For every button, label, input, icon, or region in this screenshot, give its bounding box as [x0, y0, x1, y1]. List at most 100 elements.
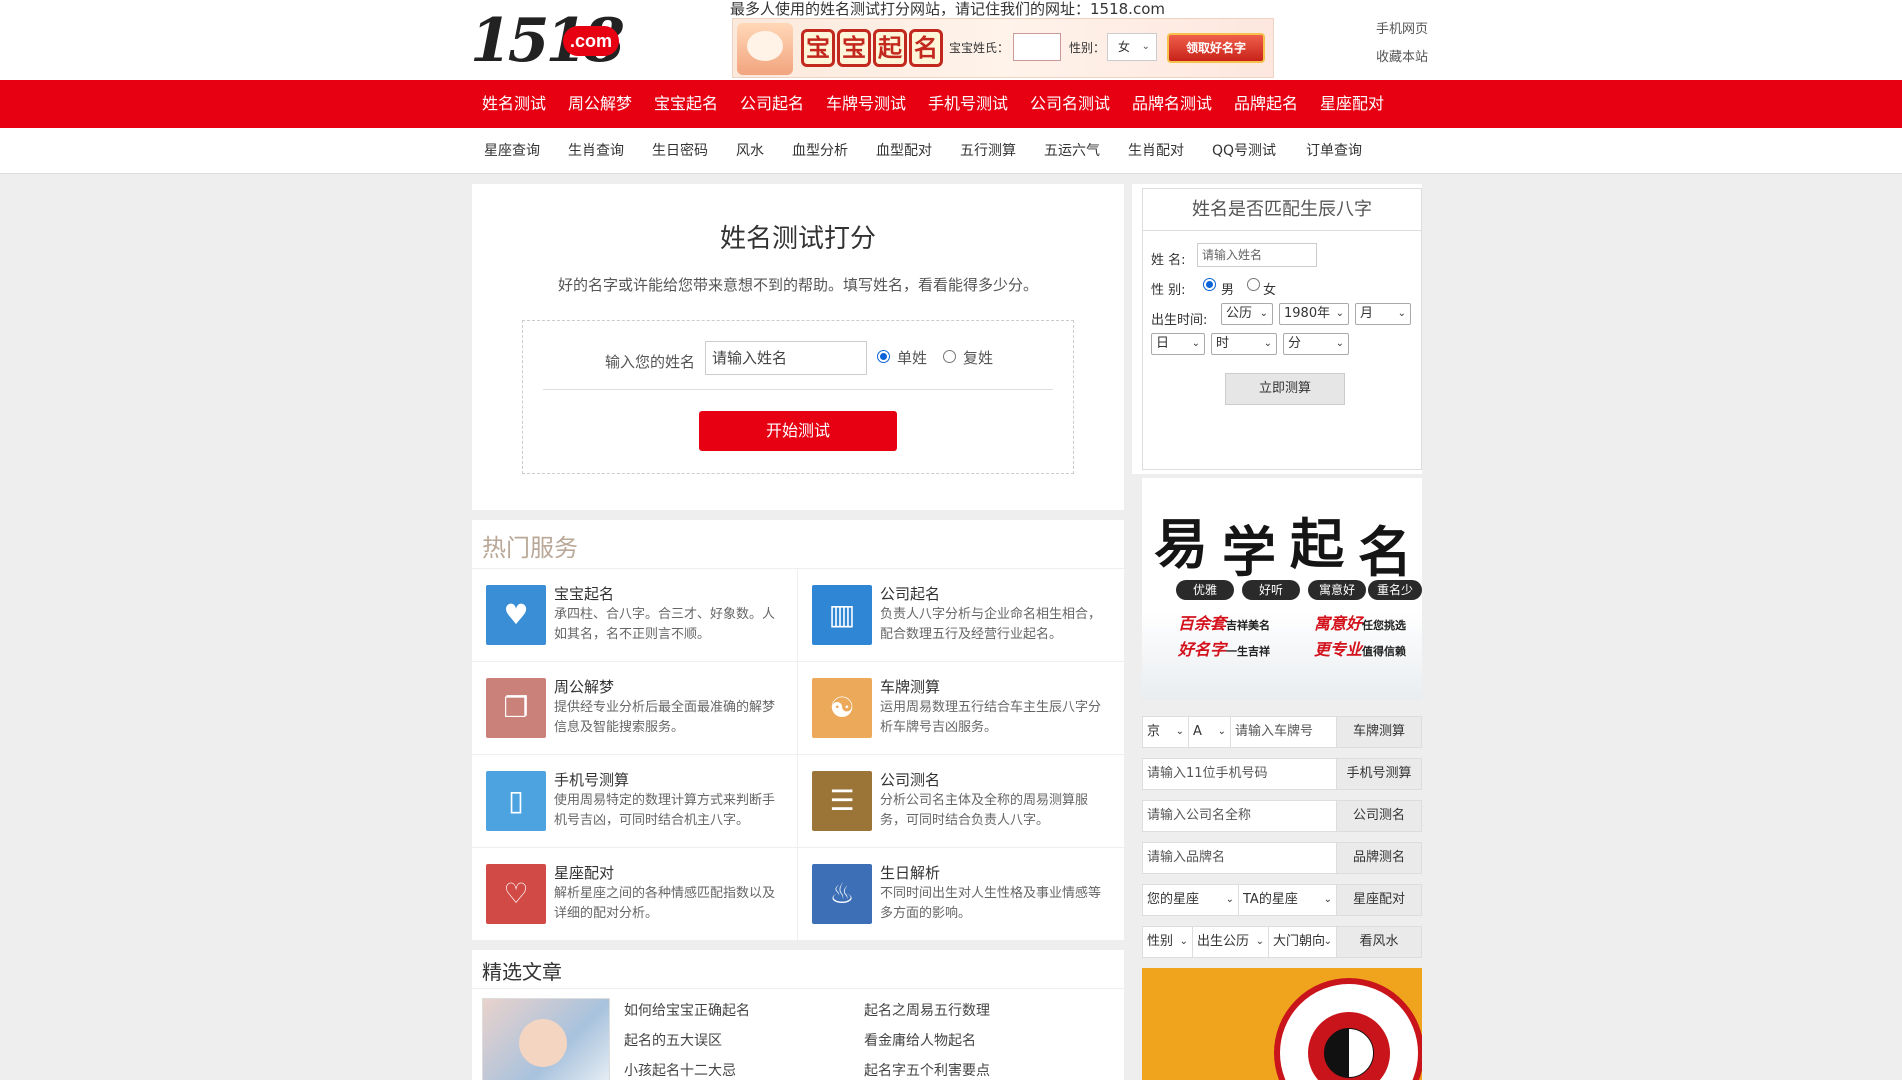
- year-select[interactable]: 1980年 ⌄: [1279, 303, 1349, 325]
- subnav-zodiac-match[interactable]: 生肖配对: [1128, 128, 1184, 174]
- yin-yang-icon: [1324, 1028, 1374, 1078]
- banner-sex-select[interactable]: 女 ⌄: [1107, 33, 1157, 61]
- article-link[interactable]: 起名字五个利害要点: [864, 1060, 990, 1080]
- section-divider: [472, 988, 1124, 989]
- service-title[interactable]: 公司测名: [880, 769, 940, 790]
- service-title[interactable]: 生日解析: [880, 862, 940, 883]
- hot-services-title: 热门服务: [482, 534, 578, 562]
- phone-number-input[interactable]: 请输入11位手机号码: [1143, 759, 1337, 789]
- service-desc: 承四柱、合八字。合三才、好象数。人如其名，名不正则言不顺。: [554, 607, 776, 642]
- ta-zodiac-select[interactable]: TA的星座 ⌄: [1239, 885, 1337, 915]
- service-card[interactable]: ☯ 车牌测算 运用周易数理五行结合车主生辰八字分析车牌号吉凶服务。: [798, 662, 1124, 755]
- nav-name-test[interactable]: 姓名测试: [482, 80, 546, 128]
- service-title[interactable]: 手机号测算: [554, 769, 629, 790]
- zodiac-match-row: 您的星座 ⌄ TA的星座 ⌄ 星座配对: [1142, 884, 1422, 916]
- phone-test-button[interactable]: 手机号测算: [1337, 759, 1421, 789]
- my-zodiac-select[interactable]: 您的星座 ⌄: [1143, 885, 1239, 915]
- service-title[interactable]: 星座配对: [554, 862, 614, 883]
- mobile-site-link[interactable]: 手机网页: [1376, 18, 1428, 37]
- nav-brand-naming[interactable]: 品牌起名: [1234, 80, 1298, 128]
- service-desc: 解析星座之间的各种情感匹配指数以及详细的配对分析。: [554, 886, 776, 921]
- nav-company-name-test[interactable]: 公司名测试: [1030, 80, 1110, 128]
- bazi-female-radio[interactable]: [1247, 278, 1260, 291]
- fengshui-sex-select[interactable]: 性别 ⌄: [1143, 927, 1193, 957]
- yixue-naming-ad[interactable]: 易 学 起 名 优雅 好听 寓意好 重名少 百余套吉祥美名 寓意好任您挑选 好名…: [1142, 478, 1422, 700]
- service-card[interactable]: ☰ 公司测名 分析公司名主体及全称的周易测算服务，可同时结合负责人八字。: [798, 755, 1124, 848]
- service-desc: 使用周易特定的数理计算方式来判断手机号吉凶，可同时结合机主八字。: [554, 793, 776, 828]
- brand-name-input[interactable]: 请输入品牌名: [1143, 843, 1337, 873]
- calculate-now-button[interactable]: 立即测算: [1225, 373, 1345, 405]
- service-card[interactable]: ♡ 星座配对 解析星座之间的各种情感匹配指数以及详细的配对分析。: [472, 848, 798, 941]
- nav-company-naming[interactable]: 公司起名: [740, 80, 804, 128]
- subnav-blood-match[interactable]: 血型配对: [876, 128, 932, 174]
- nav-brand-name-test[interactable]: 品牌名测试: [1132, 80, 1212, 128]
- subnav-five-elements[interactable]: 五行测算: [960, 128, 1016, 174]
- nav-dream-interpretation[interactable]: 周公解梦: [568, 80, 632, 128]
- chevron-down-icon: ⌄: [1255, 936, 1264, 947]
- nav-phone-test[interactable]: 手机号测试: [928, 80, 1008, 128]
- service-title[interactable]: 宝宝起名: [554, 583, 614, 604]
- zodiac-match-button[interactable]: 星座配对: [1337, 885, 1421, 915]
- plate-number-input[interactable]: 请输入车牌号: [1231, 717, 1337, 747]
- service-card[interactable]: ♥ 宝宝起名 承四柱、合八字。合三才、好象数。人如其名，名不正则言不顺。: [472, 569, 798, 662]
- article-link[interactable]: 起名之周易五行数理: [864, 1000, 990, 1020]
- plate-test-button[interactable]: 车牌测算: [1337, 717, 1421, 747]
- subnav-birthday-code[interactable]: 生日密码: [652, 128, 708, 174]
- banner-surname-input[interactable]: [1013, 33, 1061, 61]
- site-logo[interactable]: 1518 .com: [470, 10, 625, 72]
- subnav-chinese-zodiac[interactable]: 生肖查询: [568, 128, 624, 174]
- service-card[interactable]: ▯ 手机号测算 使用周易特定的数理计算方式来判断手机号吉凶，可同时结合机主八字。: [472, 755, 798, 848]
- company-name-input[interactable]: 请输入公司名全称: [1143, 801, 1337, 831]
- bazi-sex-label: 性 别:: [1151, 283, 1186, 298]
- nav-zodiac-match[interactable]: 星座配对: [1320, 80, 1384, 128]
- service-title[interactable]: 周公解梦: [554, 676, 614, 697]
- chevron-down-icon: ⌄: [1191, 338, 1200, 349]
- fengshui-door-select[interactable]: 大门朝向 ⌄: [1269, 927, 1337, 957]
- get-good-name-button[interactable]: 领取好名字: [1167, 33, 1265, 63]
- month-select[interactable]: 月 ⌄: [1355, 303, 1411, 325]
- brand-test-button[interactable]: 品牌测名: [1337, 843, 1421, 873]
- service-title[interactable]: 车牌测算: [880, 676, 940, 697]
- subnav-qq-test[interactable]: QQ号测试: [1212, 128, 1276, 174]
- bazi-male-radio[interactable]: [1203, 278, 1216, 291]
- mobile-phone-icon: ▯: [486, 771, 546, 831]
- article-thumbnail[interactable]: [482, 998, 610, 1080]
- subnav-order-query[interactable]: 订单查询: [1306, 128, 1362, 174]
- fengshui-birth-select[interactable]: 出生公历 ⌄: [1193, 927, 1269, 957]
- service-card[interactable]: ▥ 公司起名 负责人八字分析与企业命名相生相合，配合数理五行及经营行业起名。: [798, 569, 1124, 662]
- year-value: 1980年: [1284, 306, 1331, 321]
- bookmark-site-link[interactable]: 收藏本站: [1376, 46, 1428, 65]
- subnav-constellation[interactable]: 星座查询: [484, 128, 540, 174]
- site-slogan: 最多人使用的姓名测试打分网站，请记住我们的网址：1518.com: [730, 0, 1165, 18]
- article-link[interactable]: 看金庸给人物起名: [864, 1030, 976, 1050]
- day-select[interactable]: 日 ⌄: [1151, 333, 1205, 355]
- plate-letter-select[interactable]: A ⌄: [1189, 717, 1231, 747]
- hour-select[interactable]: 时 ⌄: [1211, 333, 1277, 355]
- ad-line: 好名字一生吉祥: [1178, 636, 1270, 660]
- fengshui-button[interactable]: 看风水: [1337, 927, 1421, 957]
- minute-select[interactable]: 分 ⌄: [1283, 333, 1349, 355]
- single-surname-radio[interactable]: [877, 350, 890, 363]
- subnav-five-luck[interactable]: 五运六气: [1044, 128, 1100, 174]
- article-link[interactable]: 小孩起名十二大忌: [624, 1060, 736, 1080]
- company-test-button[interactable]: 公司测名: [1337, 801, 1421, 831]
- article-link[interactable]: 如何给宝宝正确起名: [624, 1000, 750, 1020]
- plate-province-select[interactable]: 京 ⌄: [1143, 717, 1189, 747]
- fengshui-birth-value: 出生公历: [1197, 934, 1250, 949]
- nav-baby-naming[interactable]: 宝宝起名: [654, 80, 718, 128]
- calendar-select[interactable]: 公历 ⌄: [1221, 303, 1273, 325]
- service-card[interactable]: ❐ 周公解梦 提供经专业分析后最全面最准确的解梦信息及智能搜索服务。: [472, 662, 798, 755]
- article-link[interactable]: 起名的五大误区: [624, 1030, 722, 1050]
- bazi-name-input[interactable]: 请输入姓名: [1197, 243, 1317, 267]
- featured-articles-title: 精选文章: [482, 960, 562, 984]
- double-surname-radio[interactable]: [943, 350, 956, 363]
- service-card[interactable]: ♨ 生日解析 不同时间出生对人生性格及事业情感等多方面的影响。: [798, 848, 1124, 941]
- service-title[interactable]: 公司起名: [880, 583, 940, 604]
- nav-plate-test[interactable]: 车牌号测试: [826, 80, 906, 128]
- name-input[interactable]: 请输入姓名: [705, 341, 867, 375]
- subnav-blood-analysis[interactable]: 血型分析: [792, 128, 848, 174]
- start-test-button[interactable]: 开始测试: [699, 411, 897, 451]
- bagua-ad[interactable]: [1142, 968, 1422, 1080]
- subnav-fengshui[interactable]: 风水: [736, 128, 764, 174]
- baby-naming-banner[interactable]: 宝 宝 起 名 宝宝姓氏： 性别： 女 ⌄ 领取好名字: [732, 18, 1274, 78]
